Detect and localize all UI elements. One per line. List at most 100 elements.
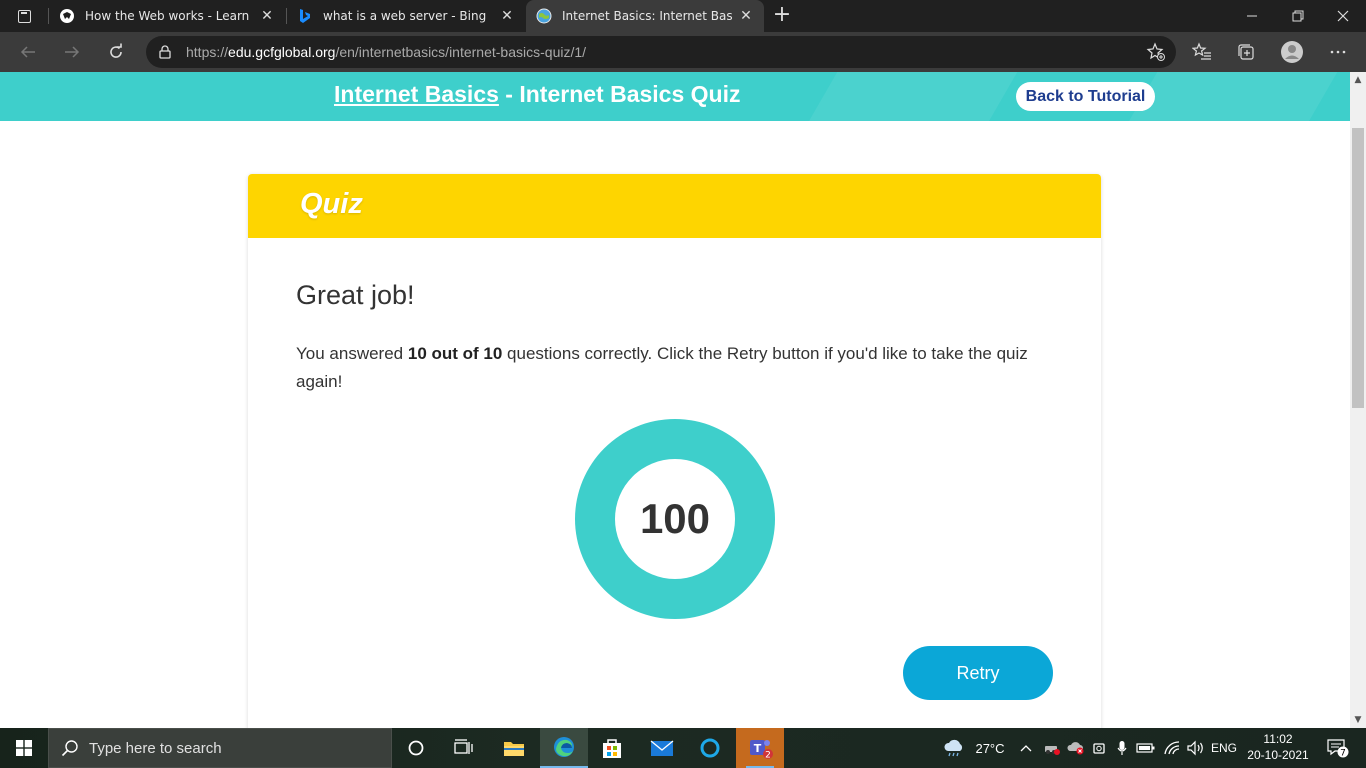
wifi-button[interactable]: [1160, 728, 1184, 768]
chevron-up-icon: [1020, 745, 1032, 752]
collections-button[interactable]: [1230, 36, 1262, 68]
tab-actions-menu-button[interactable]: [6, 4, 42, 28]
scroll-up-arrow-icon[interactable]: ▲: [1350, 72, 1366, 88]
search-icon: [61, 739, 79, 757]
forward-button[interactable]: [56, 36, 88, 68]
notification-count: 7: [1340, 749, 1346, 759]
start-button[interactable]: [0, 728, 48, 768]
svg-text:T: T: [754, 742, 762, 755]
file-explorer-button[interactable]: [490, 728, 538, 768]
star-add-icon: [1146, 42, 1165, 61]
teams-button[interactable]: T2: [736, 728, 784, 768]
favorites-button[interactable]: [1186, 36, 1218, 68]
notification-icon: 7: [1327, 739, 1349, 759]
scrollbar-thumb[interactable]: [1352, 128, 1364, 408]
result-prefix: You answered: [296, 344, 408, 363]
cloud-error-icon: [1067, 742, 1084, 755]
add-favorite-button[interactable]: [1146, 42, 1166, 62]
close-tab-icon[interactable]: ✕: [499, 8, 515, 24]
task-view-button[interactable]: [440, 728, 488, 768]
windows-taskbar: Type here to search T2 27°C ENG 11:02 20…: [0, 728, 1366, 768]
url-host: edu.gcfglobal.org: [228, 44, 336, 60]
tab-internet-basics-quiz[interactable]: Internet Basics: Internet Basics Q ✕: [526, 0, 764, 32]
clock-time: 11:02: [1263, 732, 1293, 746]
tray-app-1[interactable]: [1040, 728, 1064, 768]
camera-button[interactable]: [1088, 728, 1110, 768]
settings-menu-button[interactable]: [1322, 36, 1354, 68]
score-ring: 100: [575, 419, 775, 619]
page-content: Internet Basics - Internet Basics Quiz B…: [0, 72, 1350, 728]
result-heading: Great job!: [296, 280, 415, 310]
favorites-list-icon: [1192, 42, 1211, 60]
mdn-favicon-icon: [59, 8, 75, 24]
store-button[interactable]: [588, 728, 636, 768]
restore-button[interactable]: [1275, 0, 1321, 32]
cortana-app-button[interactable]: [686, 728, 734, 768]
input-language[interactable]: ENG: [1208, 728, 1240, 768]
score-value: 100: [639, 495, 711, 542]
clock-date: 20-10-2021: [1247, 748, 1309, 762]
page-title: Internet Basics Quiz: [519, 81, 741, 107]
restore-icon: [1292, 10, 1304, 22]
arrow-left-icon: [20, 46, 35, 58]
url-scheme: https://: [186, 44, 229, 60]
weather-temp[interactable]: 27°C: [970, 728, 1010, 768]
bing-icon: [297, 8, 313, 24]
microphone-button[interactable]: [1112, 728, 1132, 768]
wifi-icon: [1164, 741, 1180, 755]
quiz-header-title: Quiz: [300, 188, 363, 220]
retry-button[interactable]: Retry: [903, 646, 1053, 700]
course-title: Internet Basics - Internet Basics Quiz: [334, 81, 740, 108]
tray-app-2[interactable]: [1064, 728, 1088, 768]
tab-bing-search[interactable]: what is a web server - Bing ✕: [287, 0, 525, 32]
new-tab-button[interactable]: +: [770, 4, 794, 28]
quiz-header: Quiz: [248, 174, 1101, 238]
back-to-tutorial-button[interactable]: Back to Tutorial: [1016, 82, 1155, 111]
mail-icon: [650, 740, 674, 756]
taskbar-search-box[interactable]: Type here to search: [48, 728, 392, 768]
score-ring-center: 100: [615, 459, 735, 579]
course-header-bar: Internet Basics - Internet Basics Quiz B…: [0, 72, 1350, 121]
volume-button[interactable]: [1184, 728, 1208, 768]
battery-button[interactable]: [1134, 728, 1158, 768]
close-tab-icon[interactable]: ✕: [738, 8, 754, 24]
close-tab-icon[interactable]: ✕: [259, 8, 275, 24]
cortana-ring-icon: [700, 738, 720, 758]
show-hidden-icons-button[interactable]: [1016, 728, 1036, 768]
cloud-rain-icon: [944, 739, 963, 757]
tab-how-the-web-works[interactable]: How the Web works - Learn web ✕: [49, 0, 285, 32]
mail-button[interactable]: [638, 728, 686, 768]
cortana-circle-icon: [408, 740, 424, 756]
quiz-card: Quiz Great job! You answered 10 out of 1…: [248, 174, 1101, 728]
title-separator: -: [498, 81, 520, 107]
more-dots-icon: [1330, 50, 1346, 54]
tab-actions-icon: [17, 9, 31, 23]
lock-icon[interactable]: [158, 45, 172, 59]
scroll-down-arrow-icon[interactable]: ▼: [1350, 712, 1366, 728]
browser-title-bar: How the Web works - Learn web ✕ what is …: [0, 0, 1366, 32]
system-clock[interactable]: 11:02 20-10-2021: [1240, 731, 1316, 763]
store-bag-icon: [603, 739, 621, 758]
browser-toolbar: https://edu.gcfglobal.org/en/internetbas…: [0, 32, 1366, 72]
gcf-globe-icon: [536, 8, 552, 24]
refresh-button[interactable]: [100, 36, 132, 68]
close-window-button[interactable]: [1320, 0, 1366, 32]
battery-icon: [1136, 743, 1155, 753]
back-button[interactable]: [12, 36, 44, 68]
speaker-icon: [1187, 740, 1203, 756]
microphone-icon: [1117, 741, 1127, 755]
url-path: /en/internetbasics/internet-basics-quiz/…: [335, 44, 587, 60]
address-bar[interactable]: https://edu.gcfglobal.org/en/internetbas…: [146, 36, 1176, 68]
edge-icon: [554, 737, 574, 757]
minimize-button[interactable]: [1229, 0, 1275, 32]
cortana-button[interactable]: [392, 728, 440, 768]
action-center-button[interactable]: 7: [1318, 728, 1358, 768]
edge-taskbar-button[interactable]: [540, 728, 588, 768]
windows-logo-icon: [16, 740, 32, 756]
profile-button[interactable]: [1276, 36, 1308, 68]
result-score: 10 out of 10: [407, 344, 503, 363]
close-icon: [1337, 10, 1349, 22]
minimize-icon: [1247, 15, 1257, 17]
course-link[interactable]: Internet Basics: [334, 81, 499, 107]
weather-button[interactable]: [940, 728, 968, 768]
